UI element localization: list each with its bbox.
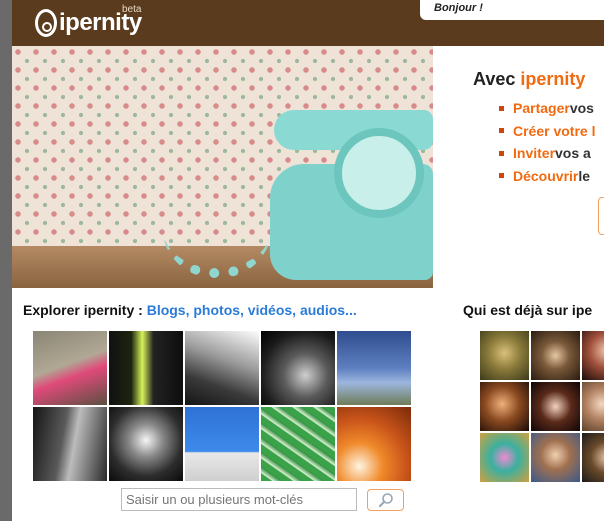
thumbnail-alley[interactable] [33,407,107,481]
hero-telephone-photo [12,46,433,288]
avatar[interactable] [531,331,580,380]
promo-item-highlight: Découvrir [513,167,579,184]
thumbnail-orange-swirl[interactable] [337,407,411,481]
thumbnail-tunnel[interactable] [109,407,183,481]
promo-list: Partager vos Créer votre l Inviter vos a… [499,97,604,187]
promo-signup-button[interactable] [598,197,604,235]
avatar[interactable] [480,331,529,380]
promo-item-discover[interactable]: Découvrir le [499,165,604,188]
thumbnail-pink-sofa[interactable] [33,331,107,405]
promo-title: Avec ipernity [473,69,585,90]
logo-egg-icon [35,9,57,37]
thumbnail-green-window[interactable] [109,331,183,405]
avatar[interactable] [582,433,604,482]
search-input[interactable] [121,488,357,511]
promo-item-highlight: Partager [513,100,570,117]
promo-item-highlight: Inviter [513,145,556,162]
greeting-text: Bonjour ! [434,2,483,14]
promo-item-highlight: Créer votre l [513,122,596,139]
thumbnail-seagull[interactable] [185,407,259,481]
bullet-icon [499,128,504,134]
bullet-icon [499,173,504,179]
bullet-icon [499,105,504,111]
people-avatar-grid [480,331,604,483]
promo-item-rest: vos [569,100,594,117]
avatar[interactable] [480,382,529,431]
thumbnail-old-car[interactable] [261,331,335,405]
promo-item-invite[interactable]: Inviter vos a [499,142,604,165]
explore-title-prefix: Explorer ipernity : [23,302,143,318]
phone-dial [334,128,424,218]
thumbnail-bw-street[interactable] [185,331,259,405]
logo-beta-badge: beta [122,4,142,15]
greeting-box: Bonjour ! [420,0,604,20]
window-left-edge [0,0,12,521]
search-button[interactable] [367,489,404,511]
avatar[interactable] [582,382,604,431]
explore-link[interactable]: Blogs, photos, vidéos, audios... [147,302,357,318]
thumbnail-green-stripes[interactable] [261,407,335,481]
avatar[interactable] [582,331,604,380]
avatar[interactable] [480,433,529,482]
explore-title: Explorer ipernity : Blogs, photos, vidéo… [23,302,357,318]
magnifier-icon [378,493,393,508]
promo-item-create[interactable]: Créer votre l [499,120,604,143]
avatar[interactable] [531,433,580,482]
promo-title-brand: ipernity [520,69,586,89]
promo-title-prefix: Avec [473,69,516,89]
promo-item-share[interactable]: Partager vos [499,97,604,120]
site-header: ipernity beta Bonjour ! [12,0,604,46]
promo-item-rest: le [578,167,591,184]
bullet-icon [499,150,504,156]
promo-item-rest: vos a [555,145,591,162]
explore-thumbnail-grid [33,331,412,483]
who-title: Qui est déjà sur ipe [463,302,593,318]
avatar[interactable] [531,382,580,431]
thumbnail-green-ring[interactable] [337,331,411,405]
